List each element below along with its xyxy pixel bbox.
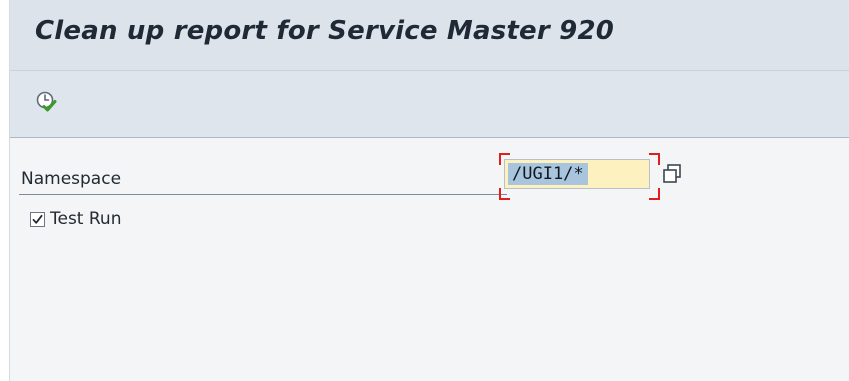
multiple-selection-icon [663,164,681,183]
test-run-checkbox[interactable] [30,212,45,227]
namespace-input-value: /UGI1/* [508,163,588,185]
test-run-label: Test Run [50,209,122,229]
required-marker-bottom-right [649,188,660,200]
page-title: Clean up report for Service Master 920 [35,16,615,46]
required-marker-top-right [649,153,660,165]
label-underline [19,194,507,195]
namespace-label: Namespace [21,169,122,189]
checkmark-icon [32,214,43,224]
application-toolbar [10,71,849,138]
namespace-input[interactable]: /UGI1/* [504,159,650,189]
multiple-selection-button[interactable] [660,162,684,186]
app-window: Clean up report for Service Master 920 N… [9,0,849,381]
clock-execute-icon [36,91,57,112]
title-bar: Clean up report for Service Master 920 [10,0,849,71]
required-marker-bottom-left [499,188,510,200]
execute-button[interactable] [35,90,59,114]
